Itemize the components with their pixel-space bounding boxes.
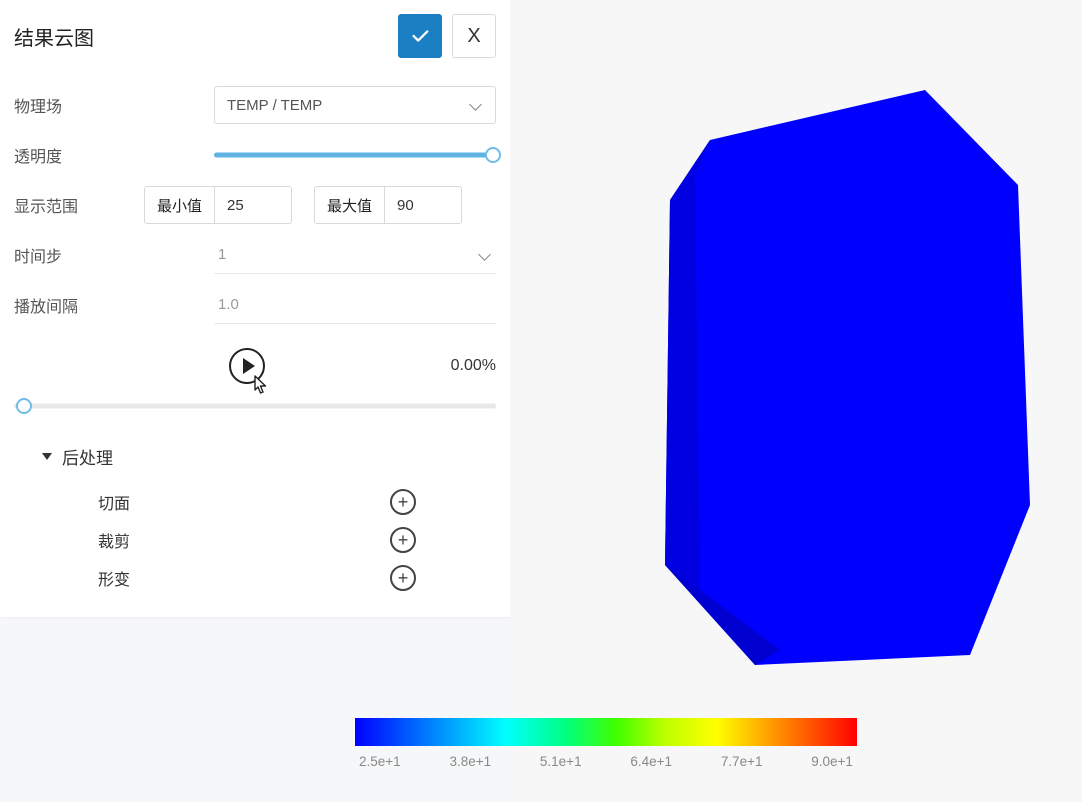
max-input[interactable]: [384, 186, 462, 224]
display-range-row: 显示范围 最小值 最大值: [14, 186, 496, 224]
postprocess-toggle[interactable]: 后处理: [42, 444, 496, 469]
tree-item-label: 形变: [98, 566, 130, 590]
slider-track: [214, 153, 496, 158]
legend-tick: 6.4e+1: [630, 754, 672, 769]
physics-row: 物理场 TEMP / TEMP: [14, 86, 496, 124]
min-label: 最小值: [144, 186, 214, 224]
plus-icon: +: [398, 493, 409, 511]
legend-tick: 3.8e+1: [449, 754, 491, 769]
opacity-slider-thumb[interactable]: [485, 147, 501, 163]
min-input[interactable]: [214, 186, 292, 224]
close-icon: X: [467, 25, 480, 48]
legend-tick: 9.0e+1: [811, 754, 853, 769]
progress-track: [14, 404, 496, 409]
progress-slider[interactable]: [14, 396, 496, 416]
legend-gradient: [355, 718, 857, 746]
legend-tick: 5.1e+1: [540, 754, 582, 769]
legend-tick: 7.7e+1: [721, 754, 763, 769]
interval-label: 播放间隔: [14, 293, 214, 317]
caret-down-icon: [42, 453, 52, 460]
model-mesh: [600, 90, 1030, 690]
interval-field[interactable]: 1.0: [214, 286, 496, 324]
physics-label: 物理场: [14, 93, 214, 117]
progress-slider-thumb[interactable]: [16, 398, 32, 414]
interval-row: 播放间隔 1.0: [14, 286, 496, 324]
chevron-down-icon: [469, 98, 483, 112]
tree-item-deform: 形变 +: [42, 559, 496, 597]
max-label: 最大值: [314, 186, 384, 224]
tree-item-label: 切面: [98, 490, 130, 514]
plus-icon: +: [398, 569, 409, 587]
play-row: 0.00%: [14, 348, 496, 384]
physics-select-value: TEMP / TEMP: [227, 97, 322, 114]
panel-title: 结果云图: [14, 22, 94, 51]
physics-select[interactable]: TEMP / TEMP: [214, 86, 496, 124]
timestep-row: 时间步 1: [14, 236, 496, 274]
add-deform-button[interactable]: +: [390, 565, 416, 591]
tree-item-clip: 裁剪 +: [42, 521, 496, 559]
model-viewport[interactable]: [510, 0, 1082, 802]
add-section-button[interactable]: +: [390, 489, 416, 515]
progress-text: 0.00%: [451, 357, 496, 375]
chevron-down-icon: [478, 248, 492, 262]
settings-panel: 结果云图 X 物理场 TEMP / TEMP 透明度 显示: [0, 0, 510, 617]
tree-item-label: 裁剪: [98, 528, 130, 552]
confirm-button[interactable]: [398, 14, 442, 58]
color-legend: 2.5e+1 3.8e+1 5.1e+1 6.4e+1 7.7e+1 9.0e+…: [355, 718, 857, 769]
plus-icon: +: [398, 531, 409, 549]
add-clip-button[interactable]: +: [390, 527, 416, 553]
legend-ticks: 2.5e+1 3.8e+1 5.1e+1 6.4e+1 7.7e+1 9.0e+…: [355, 754, 857, 769]
check-icon: [409, 25, 431, 47]
interval-value: 1.0: [218, 296, 239, 313]
postprocess-header-label: 后处理: [62, 444, 113, 469]
display-range-label: 显示范围: [14, 193, 144, 217]
play-button[interactable]: [229, 348, 265, 384]
timestep-value: 1: [218, 246, 226, 263]
legend-tick: 2.5e+1: [359, 754, 401, 769]
header-buttons: X: [398, 14, 496, 58]
cancel-button[interactable]: X: [452, 14, 496, 58]
timestep-label: 时间步: [14, 243, 214, 267]
opacity-label: 透明度: [14, 143, 214, 167]
panel-header: 结果云图 X: [14, 14, 496, 58]
postprocess-tree: 后处理 切面 + 裁剪 + 形变 +: [14, 444, 496, 597]
timestep-select[interactable]: 1: [214, 236, 496, 274]
tree-item-section: 切面 +: [42, 483, 496, 521]
opacity-row: 透明度: [14, 136, 496, 174]
opacity-slider[interactable]: [214, 145, 496, 165]
